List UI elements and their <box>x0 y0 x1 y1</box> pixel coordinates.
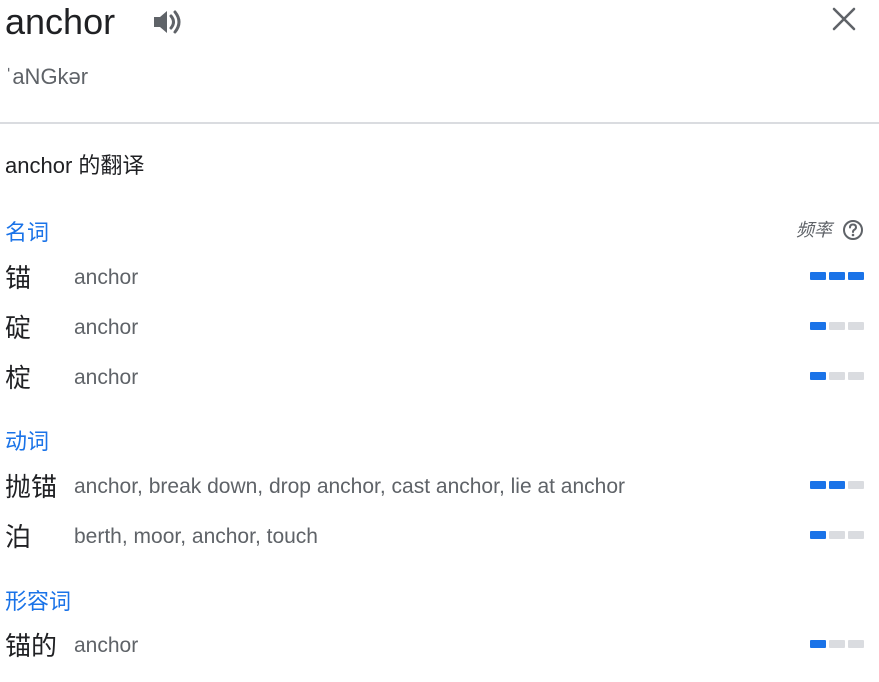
frequency-bar <box>829 481 845 489</box>
frequency-bar <box>810 481 826 489</box>
frequency-bar <box>810 322 826 330</box>
term-text: 锚 <box>5 263 32 293</box>
translation-row: 锚 anchor <box>0 258 879 298</box>
headword: anchor <box>5 1 116 42</box>
translation-link[interactable]: anchor <box>74 364 138 392</box>
frequency-bars <box>810 372 864 380</box>
volume-icon[interactable] <box>151 6 185 38</box>
translation-link[interactable]: berth, moor, anchor, touch <box>74 523 318 551</box>
frequency-bar <box>848 640 864 648</box>
term-text: 碇 <box>5 313 32 343</box>
help-circle-icon[interactable] <box>842 219 864 241</box>
frequency-bars <box>810 531 864 539</box>
frequency-bar <box>848 372 864 380</box>
frequency-bar <box>810 272 826 280</box>
frequency-bar <box>810 531 826 539</box>
frequency-bar <box>848 481 864 489</box>
frequency-bar <box>829 531 845 539</box>
frequency-bar <box>829 322 845 330</box>
translation-link[interactable]: anchor <box>74 314 138 342</box>
term-text: 锚的 <box>5 631 58 661</box>
term-text: 抛锚 <box>5 472 58 502</box>
frequency-bar <box>810 640 826 648</box>
translation-row: 抛锚 anchor, break down, drop anchor, cast… <box>0 467 879 507</box>
frequency-bars <box>810 481 864 489</box>
frequency-bar <box>829 640 845 648</box>
close-icon[interactable] <box>829 4 859 34</box>
pos-label-adjective: 形容词 <box>5 589 72 614</box>
frequency-bars <box>810 322 864 330</box>
frequency-bar <box>829 372 845 380</box>
translation-row: 椗 anchor <box>0 358 879 398</box>
translation-link[interactable]: anchor <box>74 632 138 660</box>
phonetic-text: ˈaNGkər <box>5 64 89 89</box>
frequency-bar <box>810 372 826 380</box>
translations-heading: anchor 的翻译 <box>5 153 145 178</box>
frequency-bar <box>848 272 864 280</box>
translation-row: 锚的 anchor <box>0 626 879 666</box>
pos-label-noun: 名词 <box>5 220 50 245</box>
translation-link[interactable]: anchor, break down, drop anchor, cast an… <box>74 473 625 501</box>
translation-row: 碇 anchor <box>0 308 879 348</box>
frequency-bars <box>810 640 864 648</box>
frequency-bar <box>848 322 864 330</box>
frequency-bar <box>848 531 864 539</box>
frequency-bars <box>810 272 864 280</box>
divider <box>0 122 879 124</box>
frequency-label: 频率 <box>796 220 832 240</box>
term-text: 泊 <box>5 522 32 552</box>
pos-label-verb: 动词 <box>5 429 50 454</box>
translation-row: 泊 berth, moor, anchor, touch <box>0 517 879 557</box>
frequency-bar <box>829 272 845 280</box>
term-text: 椗 <box>5 363 32 393</box>
translation-link[interactable]: anchor <box>74 264 138 292</box>
